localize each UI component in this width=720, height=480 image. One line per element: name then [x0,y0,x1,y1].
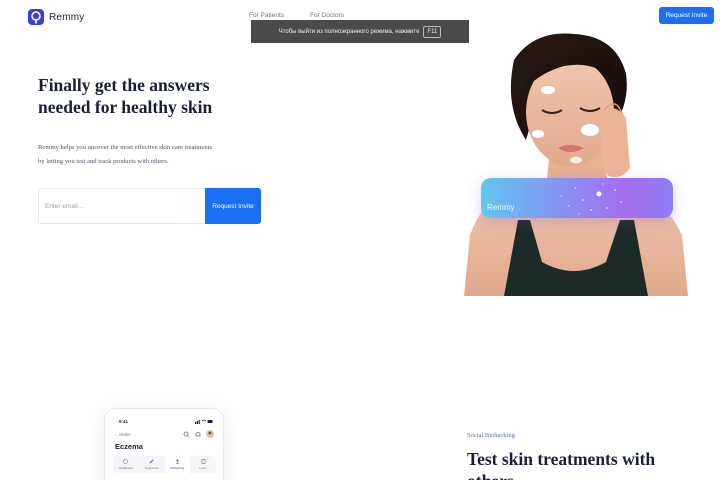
phone-tab-biohacking[interactable]: Biohacking [164,456,191,473]
arrow-left-icon: ← [114,432,119,437]
phone-tab-label: Biohacking [170,466,185,470]
hero-title: Finally get the answers needed for healt… [38,75,213,117]
fullscreen-notice: Чтобы выйти из полноэкранного режима, на… [251,20,469,43]
page: Remmy For Patients For Doctors Request I… [0,0,720,480]
search-icon [183,431,190,438]
phone-back-label: Home [119,432,131,437]
glass-card-brand: Remmy [487,203,515,212]
bell-icon [195,431,201,437]
remmy-glass-card: Remmy [481,178,673,218]
phone-status-time: 9:41 [119,419,129,424]
section-title: Test skin treatments with others [467,449,656,480]
nav-for-patients[interactable]: For Patients [249,12,284,19]
hero-request-invite-button[interactable]: Request Invite [205,188,261,224]
fullscreen-notice-text: Чтобы выйти из полноэкранного режима, на… [278,28,420,35]
nav-for-doctors[interactable]: For Doctors [310,12,344,19]
brand-logo[interactable]: Remmy [28,8,84,26]
phone-tab-learn[interactable]: Learn [190,456,216,473]
phone-tab-label: Learn [199,466,207,470]
people-icon [175,459,180,464]
header-request-invite-button[interactable]: Request Invite [659,7,714,24]
avatar [206,430,214,438]
phone-preview: 9:41 ← Home Eczema Dashboard Treatments … [104,408,224,480]
phone-header-icons [183,430,214,438]
phone-tab-bar: Dashboard Treatments Biohacking Learn [113,456,216,473]
email-input[interactable] [38,188,206,224]
phone-tab-dashboard[interactable]: Dashboard [113,456,139,473]
phone-tab-label: Treatments [144,466,159,470]
brand-name: Remmy [49,11,85,23]
phone-page-title: Eczema [115,442,143,451]
hero-description: Remmy helps you uncover the most effecti… [38,144,213,165]
sparkle-pattern [560,183,622,215]
dashboard-icon [123,459,129,464]
phone-tab-treatments[interactable]: Treatments [139,456,165,473]
phone-back-link[interactable]: ← Home [114,432,131,437]
section-tag: Social Biohacking [467,432,515,439]
signal-battery-icon [195,419,213,424]
fullscreen-key-badge: F11 [423,25,442,38]
remmy-logo-icon [28,9,44,25]
phone-tab-label: Dashboard [119,466,133,470]
book-icon [201,459,205,464]
pill-icon [149,459,154,464]
hero-woman-photo [464,33,688,296]
